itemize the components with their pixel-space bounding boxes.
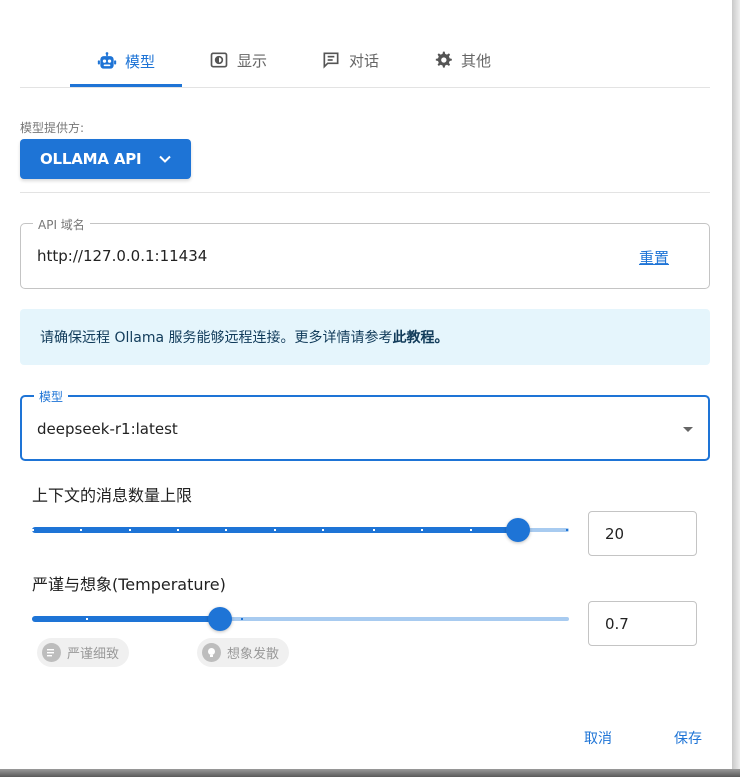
provider-label: 模型提供方: [20, 121, 85, 135]
tab-display[interactable]: 显示 [182, 36, 294, 84]
temperature-slider[interactable] [32, 607, 569, 631]
info-text: 请确保远程 Ollama 服务能够远程连接。更多详情请参考 [40, 330, 393, 346]
chevron-down-icon [159, 155, 172, 163]
model-select[interactable]: 模型 deepseek-r1:latest [20, 388, 710, 461]
tab-chat[interactable]: 对话 [294, 36, 406, 84]
lightbulb-icon [202, 643, 221, 662]
api-host-legend: API 域名 [33, 216, 90, 233]
slider-step-mark [129, 529, 131, 531]
api-host-field[interactable]: API 域名 http://127.0.0.1:11434 重置 [20, 216, 710, 289]
chip-label: 想象发散 [227, 647, 280, 662]
settings-dialog: 模型 显示 对话 其他 模型提供方: OLLAMA API API 域名 htt… [0, 0, 732, 769]
temperature-title: 严谨与想象(Temperature) [32, 575, 226, 594]
context-slider[interactable] [32, 518, 569, 542]
tutorial-link[interactable]: 此教程 [393, 330, 435, 346]
divider [20, 192, 710, 193]
slider-step-mark [86, 618, 88, 620]
cancel-button[interactable]: 取消 [584, 728, 612, 748]
slider-step-mark [470, 529, 472, 531]
model-legend: 模型 [34, 388, 69, 405]
slider-thumb[interactable] [506, 518, 530, 542]
gear-icon [435, 51, 452, 68]
slider-step-mark [80, 529, 82, 531]
slider-step-mark [373, 529, 375, 531]
display-icon [210, 52, 228, 68]
temperature-input[interactable]: 0.7 [588, 601, 697, 646]
model-value: deepseek-r1:latest [37, 420, 178, 438]
slider-step-mark [322, 529, 324, 531]
dropdown-arrow-icon[interactable] [683, 427, 693, 432]
chat-icon [323, 52, 339, 69]
info-suffix: 。 [434, 330, 449, 346]
slider-step-mark [177, 529, 179, 531]
slider-step-mark [274, 529, 276, 531]
reset-link[interactable]: 重置 [639, 247, 669, 268]
info-alert: 请确保远程 Ollama 服务能够远程连接。更多详情请参考此教程。 [20, 309, 710, 365]
list-icon [42, 643, 61, 662]
slider-thumb[interactable] [208, 607, 232, 631]
backdrop [0, 769, 740, 777]
dialog-shadow [732, 0, 740, 777]
slider-step-mark [32, 529, 34, 531]
chip-creative: 想象发散 [197, 638, 290, 667]
context-count-input[interactable]: 20 [588, 511, 697, 556]
robot-icon [97, 51, 117, 69]
tab-label: 对话 [348, 51, 379, 70]
divider [20, 87, 710, 88]
tab-label: 其他 [460, 51, 491, 70]
slider-step-mark [225, 529, 227, 531]
tab-label: 显示 [236, 51, 267, 70]
slider-track [32, 616, 220, 622]
save-button[interactable]: 保存 [674, 728, 702, 748]
tab-bar: 模型 显示 对话 其他 [70, 36, 518, 87]
tab-other[interactable]: 其他 [406, 36, 518, 84]
provider-select-button[interactable]: OLLAMA API [20, 139, 191, 179]
chip-precise: 严谨细致 [37, 638, 130, 667]
tab-label: 模型 [124, 53, 155, 71]
context-title: 上下文的消息数量上限 [32, 486, 193, 505]
slider-step-mark [421, 529, 423, 531]
api-host-value[interactable]: http://127.0.0.1:11434 [37, 247, 207, 265]
slider-step-mark [566, 529, 568, 531]
chip-label: 严谨细致 [67, 647, 120, 662]
provider-value: OLLAMA API [40, 150, 142, 168]
slider-step-mark [241, 618, 243, 620]
tab-model[interactable]: 模型 [70, 36, 182, 87]
